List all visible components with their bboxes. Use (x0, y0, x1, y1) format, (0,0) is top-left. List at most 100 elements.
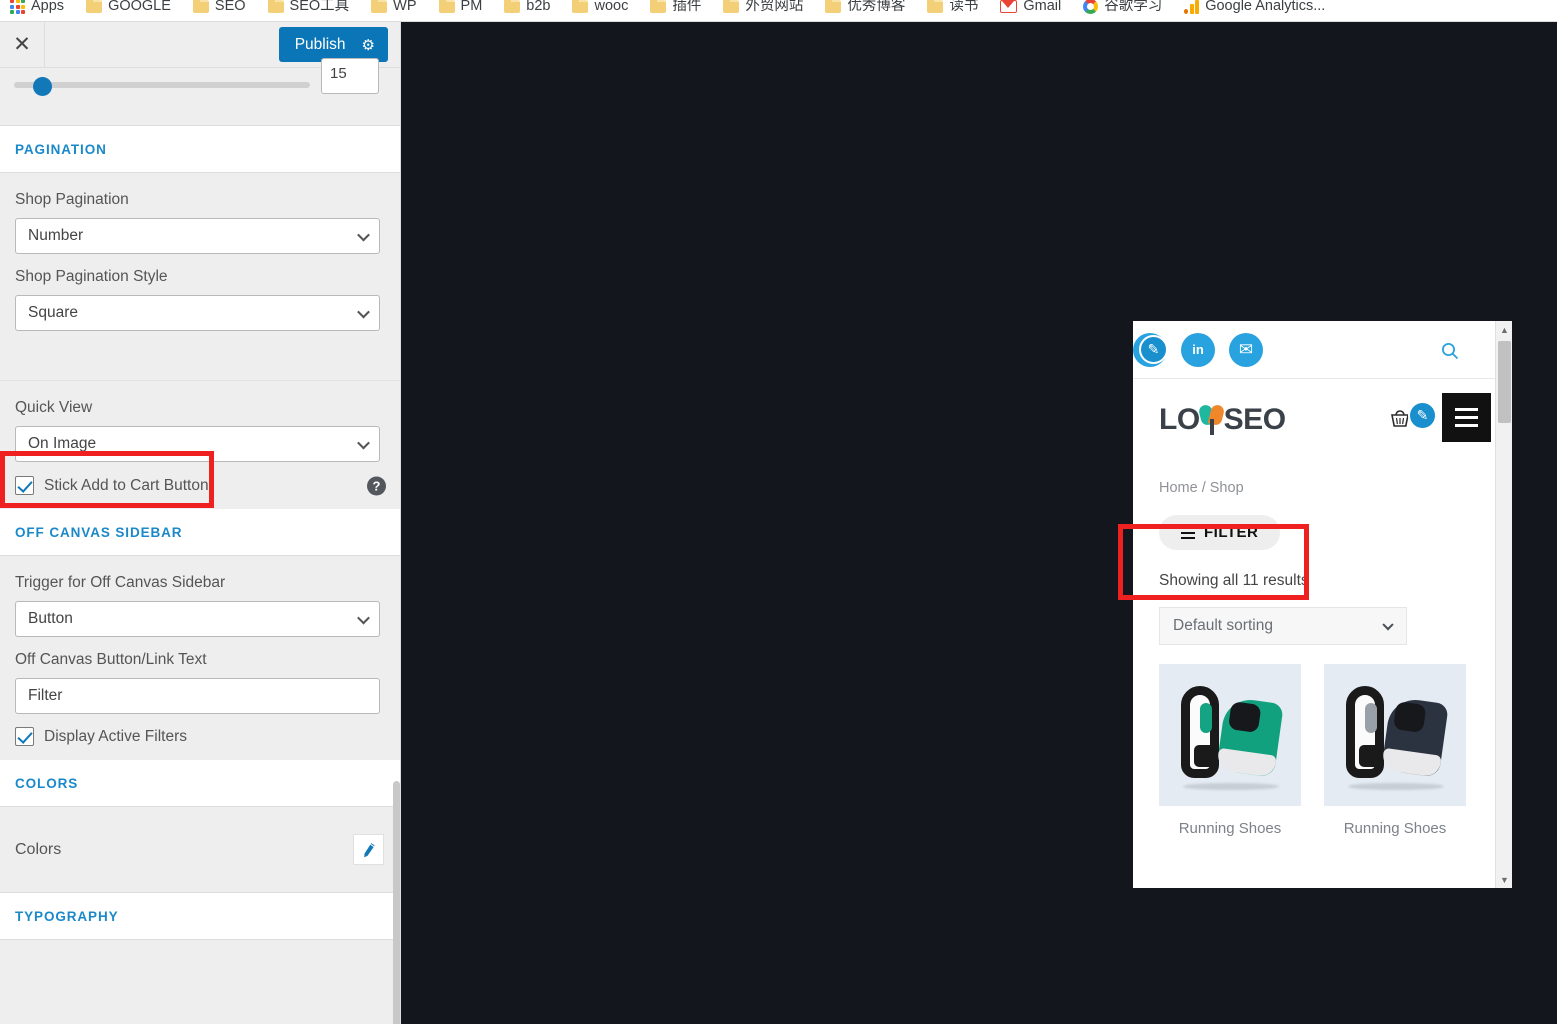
gear-icon: ⚙ (361, 36, 375, 54)
quick-view-settings: Quick View On Image Stick Add to Cart Bu… (0, 381, 400, 509)
linkedin-glyph: in (1192, 342, 1204, 357)
display-active-filters-checkbox[interactable] (15, 727, 34, 746)
off-canvas-trigger-select[interactable]: Button (15, 601, 380, 637)
search-icon[interactable] (1439, 340, 1461, 362)
site-preview-frame: ✎ f in ✉ LO (1133, 321, 1512, 888)
product-name: Running Shoes (1343, 820, 1447, 837)
close-customizer-button[interactable]: ✕ (0, 22, 45, 67)
off-canvas-button-text-input[interactable]: Filter (15, 678, 380, 714)
bookmark-blogs[interactable]: 优秀博客 (825, 0, 905, 18)
bookmark-google[interactable]: GOOGLE (86, 0, 171, 18)
bookmark-plugins[interactable]: 插件 (650, 0, 702, 18)
bookmark-wooc[interactable]: wooc (572, 0, 629, 18)
site-content: Home / Shop FILTER Showing all 11 result… (1133, 459, 1495, 837)
folder-icon (192, 0, 209, 13)
product-card[interactable]: Running Shoes (1324, 664, 1466, 837)
preview-canvas: ✎ f in ✉ LO (401, 22, 1557, 1024)
bookmark-label: Apps (31, 0, 65, 15)
product-image (1324, 664, 1466, 806)
help-icon[interactable]: ? (367, 476, 386, 495)
customizer-scrollbar-thumb[interactable] (393, 781, 400, 1024)
product-image (1159, 664, 1301, 806)
folder-icon (723, 0, 740, 13)
logo-text-post: SEO (1223, 402, 1286, 436)
preview-scrollbar[interactable]: ▲ ▼ (1495, 321, 1512, 888)
edit-pencil-icon[interactable]: ✎ (1139, 335, 1168, 364)
bookmark-seo[interactable]: SEO (192, 0, 246, 18)
off-canvas-filter-button[interactable]: FILTER (1159, 515, 1281, 550)
display-active-filters-row: Display Active Filters (15, 727, 386, 746)
email-glyph: ✉ (1238, 339, 1254, 359)
bookmark-label: b2b (526, 0, 551, 15)
results-count-text: Showing all 11 results (1159, 572, 1309, 589)
chevron-down-icon (1382, 619, 1394, 631)
section-pagination[interactable]: PAGINATION (0, 126, 400, 173)
customizer-scrollbar[interactable] (393, 126, 400, 1024)
off-canvas-trigger-value: Button (28, 610, 73, 627)
folder-icon (267, 0, 284, 13)
range-slider-row: 15 (0, 58, 400, 126)
pagination-settings: Shop Pagination Number Shop Pagination S… (0, 173, 400, 359)
bookmark-label: wooc (594, 0, 629, 15)
stick-add-to-cart-label: Stick Add to Cart Button (44, 476, 209, 494)
bookmark-label: 插件 (672, 0, 702, 15)
linkedin-icon[interactable]: in (1181, 332, 1215, 367)
bookmark-foreign-trade[interactable]: 外贸网站 (723, 0, 803, 18)
off-canvas-settings: Trigger for Off Canvas Sidebar Button Of… (0, 556, 400, 760)
product-card[interactable]: Running Shoes (1159, 664, 1301, 837)
shop-pagination-select[interactable]: Number (15, 218, 380, 254)
site-logo[interactable]: LO SEO (1159, 403, 1286, 437)
pencil-glyph: ✎ (1147, 341, 1160, 357)
wordpress-customizer-panel: ✕ Publish ⚙ 15 PAGINATION Shop Paginatio… (0, 22, 401, 1024)
sorting-select[interactable]: Default sorting (1159, 607, 1407, 645)
bookmark-google-analytics[interactable]: Google Analytics... (1184, 0, 1325, 18)
shop-pagination-value: Number (28, 227, 84, 244)
site-topbar: ✎ f in ✉ (1133, 321, 1495, 379)
bookmark-reading[interactable]: 读书 (927, 0, 979, 18)
folder-icon (86, 0, 103, 13)
scrollbar-thumb[interactable] (1498, 341, 1511, 423)
breadcrumb[interactable]: Home / Shop (1159, 480, 1495, 496)
publish-button[interactable]: Publish ⚙ (278, 27, 388, 62)
stick-add-to-cart-checkbox[interactable] (15, 476, 34, 495)
pencil-icon (363, 842, 375, 857)
folder-icon (572, 0, 589, 13)
google-icon (1083, 0, 1099, 14)
off-canvas-text-label: Off Canvas Button/Link Text (15, 651, 207, 668)
quick-view-select[interactable]: On Image (15, 426, 380, 462)
colors-row: Colors (0, 807, 400, 893)
range-slider-value-input[interactable]: 15 (321, 58, 379, 94)
bookmark-b2b[interactable]: b2b (504, 0, 551, 18)
range-slider-handle[interactable] (33, 77, 52, 96)
bookmark-gmail[interactable]: Gmail (1000, 0, 1061, 18)
shop-pagination-style-label: Shop Pagination Style (15, 268, 168, 285)
bookmark-apps[interactable]: Apps (10, 0, 65, 18)
email-icon[interactable]: ✉ (1229, 332, 1263, 367)
shoe-upper (1216, 696, 1284, 778)
shop-pagination-style-select[interactable]: Square (15, 295, 380, 331)
product-grid: Running Shoes Running Shoes (1159, 664, 1495, 837)
bookmark-label: SEO工具 (289, 0, 350, 15)
product-name: Running Shoes (1178, 820, 1282, 837)
leaf-y-icon (1197, 403, 1225, 435)
section-colors[interactable]: COLORS (0, 760, 400, 807)
section-off-canvas-sidebar[interactable]: OFF CANVAS SIDEBAR (0, 509, 400, 556)
chevron-down-icon (357, 228, 370, 242)
scroll-up-arrow-icon[interactable]: ▲ (1496, 321, 1512, 338)
shoe-upper (1381, 696, 1449, 778)
folder-icon (825, 0, 842, 13)
section-typography[interactable]: TYPOGRAPHY (0, 893, 400, 940)
edit-pencil-icon[interactable]: ✎ (1408, 401, 1437, 430)
colors-edit-button[interactable] (353, 834, 384, 865)
customizer-sections: PAGINATION Shop Pagination Number Shop P… (0, 126, 400, 1024)
bookmark-label: 读书 (949, 0, 979, 15)
scroll-down-arrow-icon[interactable]: ▼ (1496, 871, 1512, 888)
folder-icon (650, 0, 667, 13)
bookmark-pm[interactable]: PM (438, 0, 482, 18)
range-slider-track[interactable] (14, 82, 310, 88)
bookmark-google-study[interactable]: 谷歌学习 (1083, 0, 1162, 18)
quick-view-label: Quick View (15, 399, 93, 416)
bookmark-wp[interactable]: WP (371, 0, 417, 18)
menu-hamburger-icon[interactable] (1442, 393, 1491, 442)
bookmark-seo-tools[interactable]: SEO工具 (267, 0, 350, 18)
